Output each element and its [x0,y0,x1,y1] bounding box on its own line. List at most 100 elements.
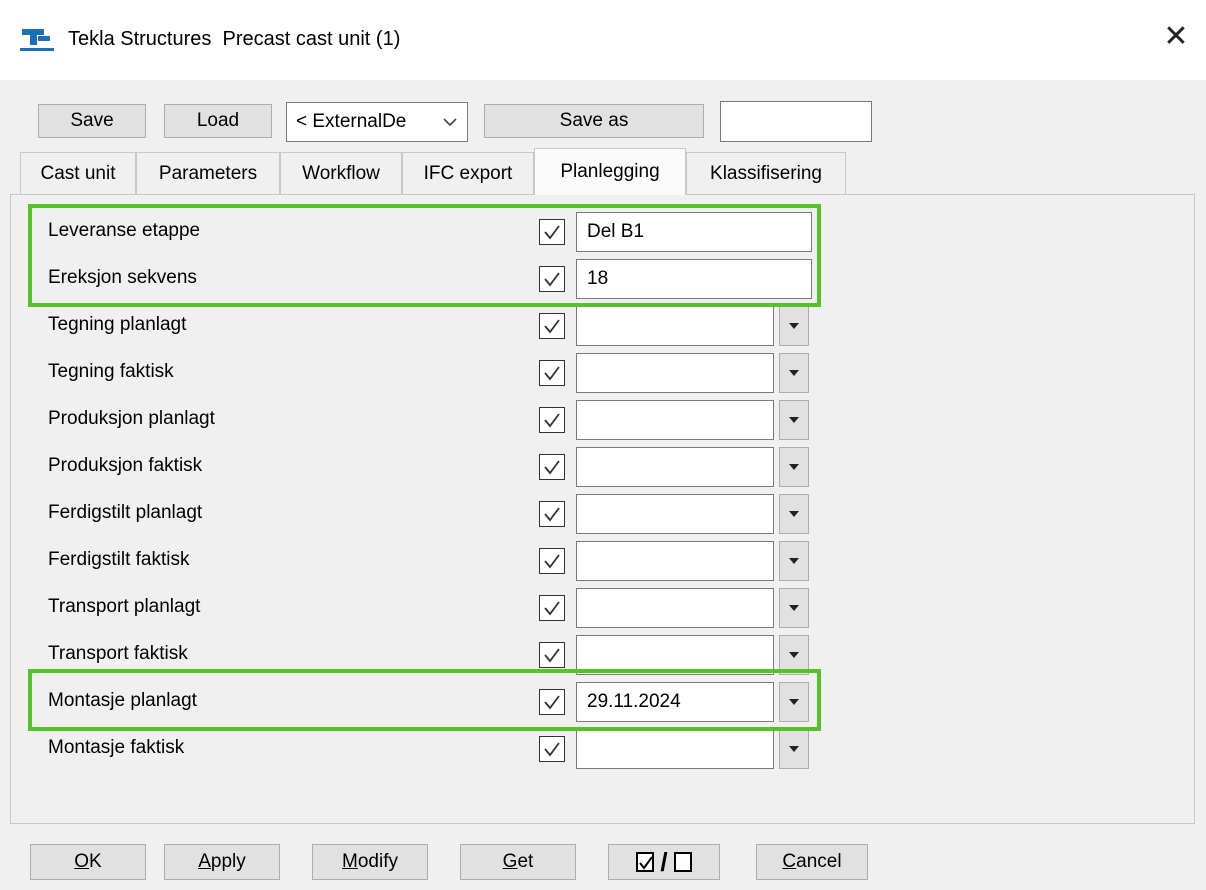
cancel-button[interactable]: Cancel [756,844,868,880]
row-label: Tegning faktisk [48,361,174,382]
tab-label: Workflow [302,162,380,184]
dropdown-arrow-icon[interactable] [779,729,809,769]
app-name: Tekla Structures [68,28,212,50]
checkmark-icon [544,554,560,569]
ok-button[interactable]: OK [30,844,146,880]
row-value-field[interactable]: Del B1 [576,212,812,252]
row-value-field[interactable]: 18 [576,259,812,299]
row-value-field[interactable] [576,353,774,393]
save-as-name-input[interactable] [720,101,872,142]
save-button[interactable]: Save [38,104,146,138]
chevron-down-icon [443,111,457,132]
checkbox-empty-icon [673,852,692,872]
apply-button[interactable]: Apply [164,844,280,880]
window-title: Tekla Structures Precast cast unit (1) [68,28,400,51]
load-button[interactable]: Load [164,104,272,138]
checkmark-icon [544,601,560,616]
toggle-separator: / [660,846,668,877]
row-checkbox[interactable] [539,595,565,621]
row-checkbox[interactable] [539,689,565,715]
checkmark-icon [544,225,560,240]
row-checkbox[interactable] [539,454,565,480]
toggle-all-button[interactable]: / [608,844,720,880]
row-value-field[interactable]: 29.11.2024 [576,682,774,722]
checkmark-icon [544,319,560,334]
modify-label: odify [357,851,398,872]
row-value-field[interactable] [576,588,774,628]
triangle-down-icon [789,370,799,376]
row-value-field[interactable] [576,447,774,487]
apply-mnemonic: A [198,851,211,872]
row-label: Transport planlagt [48,596,201,617]
row-label: Leveranse etappe [48,220,201,241]
modify-button[interactable]: Modify [312,844,428,880]
row-label: Tegning planlagt [48,314,187,335]
modify-mnemonic: M [342,851,358,872]
row-value-field[interactable] [576,541,774,581]
get-button[interactable]: Get [460,844,576,880]
row-value-field[interactable] [576,306,774,346]
tab-workflow[interactable]: Workflow [280,152,402,194]
checkmark-icon [544,695,560,710]
triangle-down-icon [789,605,799,611]
apply-label: pply [210,851,246,872]
dropdown-arrow-icon[interactable] [779,682,809,722]
tekla-logo-icon [20,27,54,53]
checkmark-icon [544,648,560,663]
row-value-field[interactable] [576,635,774,675]
row-checkbox[interactable] [539,407,565,433]
row-value-field[interactable] [576,400,774,440]
get-mnemonic: G [502,851,518,872]
tab-ifc-export[interactable]: IFC export [402,152,534,194]
title-bar: Tekla Structures Precast cast unit (1) ✕ [0,0,1206,80]
row-checkbox[interactable] [539,266,565,292]
triangle-down-icon [789,323,799,329]
tab-label: Cast unit [40,162,116,184]
ok-label: K [89,851,102,872]
dropdown-arrow-icon[interactable] [779,447,809,487]
row-label: Ferdigstilt faktisk [48,549,190,570]
row-value-field[interactable] [576,494,774,534]
checkmark-icon [544,413,560,428]
checkbox-checked-icon [636,852,655,872]
tab-planlegging[interactable]: Planlegging [534,148,686,195]
tab-cast-unit[interactable]: Cast unit [20,152,136,194]
row-checkbox[interactable] [539,548,565,574]
dropdown-arrow-icon[interactable] [779,588,809,628]
close-icon[interactable]: ✕ [1160,22,1192,54]
row-label: Produksjon faktisk [48,455,203,476]
row-label: Produksjon planlagt [48,408,215,429]
row-label: Ereksjon sekvens [48,267,197,288]
cancel-label: ancel [796,851,842,872]
dropdown-arrow-icon[interactable] [779,306,809,346]
tab-klassifisering[interactable]: Klassifisering [686,152,846,194]
dropdown-arrow-icon[interactable] [779,400,809,440]
triangle-down-icon [789,511,799,517]
triangle-down-icon [789,417,799,423]
preset-select[interactable]: < ExternalDe [286,102,468,142]
row-checkbox[interactable] [539,501,565,527]
triangle-down-icon [789,464,799,470]
row-checkbox[interactable] [539,736,565,762]
checkmark-icon [544,742,560,757]
checkmark-icon [544,460,560,475]
checkmark-icon [544,366,560,381]
triangle-down-icon [789,652,799,658]
dialog-title: Precast cast unit (1) [222,28,401,50]
dropdown-arrow-icon[interactable] [779,494,809,534]
cancel-mnemonic: C [782,851,797,872]
dropdown-arrow-icon[interactable] [779,541,809,581]
dropdown-arrow-icon[interactable] [779,635,809,675]
row-checkbox[interactable] [539,219,565,245]
row-value-field[interactable] [576,729,774,769]
checkmark-icon [544,272,560,287]
tab-parameters[interactable]: Parameters [136,152,280,194]
preset-select-value: < ExternalDe [296,111,407,132]
row-checkbox[interactable] [539,313,565,339]
dropdown-arrow-icon[interactable] [779,353,809,393]
save-as-button[interactable]: Save as [484,104,704,138]
ok-mnemonic: O [74,851,90,872]
row-checkbox[interactable] [539,360,565,386]
row-checkbox[interactable] [539,642,565,668]
row-label: Transport faktisk [48,643,188,664]
